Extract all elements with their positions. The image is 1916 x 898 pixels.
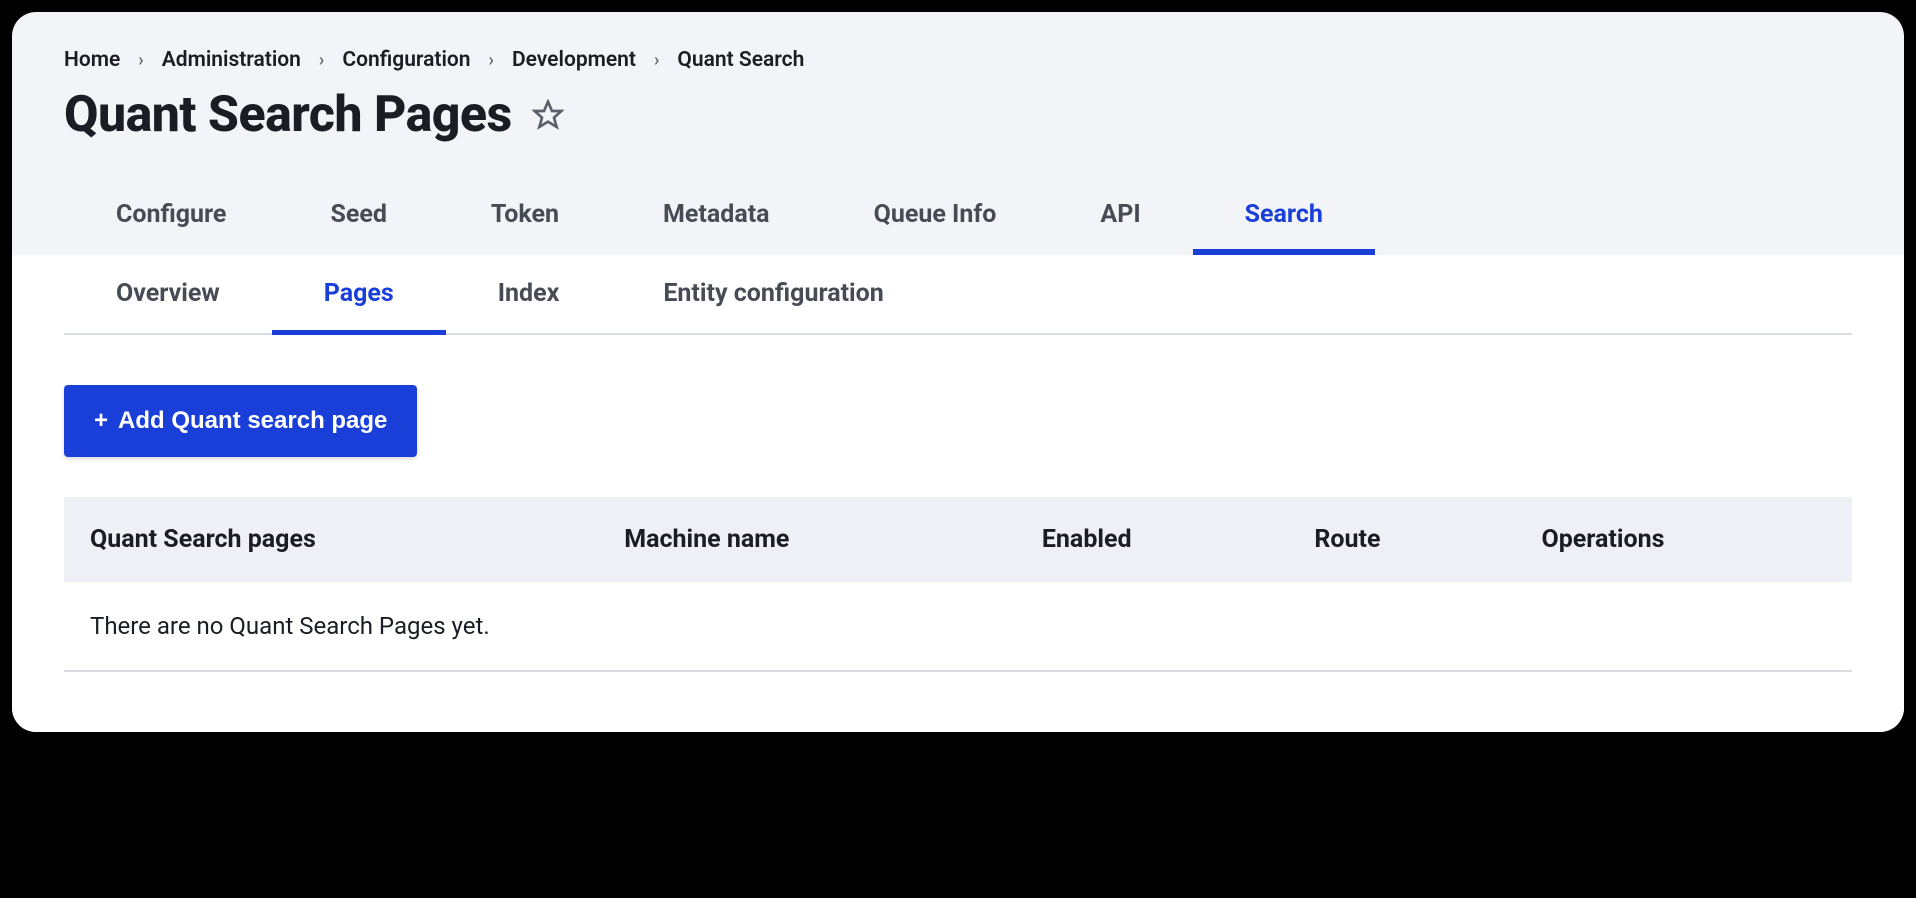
subtab-entity-configuration[interactable]: Entity configuration [611,255,935,335]
tab-seed[interactable]: Seed [278,180,438,255]
tab-metadata[interactable]: Metadata [611,180,822,255]
subtab-overview[interactable]: Overview [64,255,272,335]
breadcrumb-item-configuration[interactable]: Configuration [342,48,470,72]
breadcrumb: Home › Administration › Configuration › … [64,48,1852,72]
search-pages-table: Quant Search pages Machine name Enabled … [64,497,1852,672]
tab-api[interactable]: API [1048,180,1192,255]
star-icon[interactable] [532,99,564,131]
tab-search[interactable]: Search [1193,180,1375,255]
plus-icon: + [94,407,108,435]
tab-token[interactable]: Token [439,180,611,255]
chevron-right-icon: › [319,50,324,71]
action-row: + Add Quant search page [64,335,1852,497]
table-header-machine-name: Machine name [598,497,1016,582]
empty-message: There are no Quant Search Pages yet. [90,612,490,640]
add-button-label: Add Quant search page [118,407,387,435]
breadcrumb-item-quant-search[interactable]: Quant Search [677,48,804,72]
breadcrumb-item-development[interactable]: Development [512,48,636,72]
tab-queue-info[interactable]: Queue Info [822,180,1049,255]
page-title-row: Quant Search Pages [64,86,1852,144]
content-area: Overview Pages Index Entity configuratio… [12,255,1904,732]
table-header-route: Route [1288,497,1515,582]
chevron-right-icon: › [138,50,143,71]
chevron-right-icon: › [654,50,659,71]
table-empty-row: There are no Quant Search Pages yet. [64,582,1852,671]
primary-tabs: Configure Seed Token Metadata Queue Info… [12,180,1904,255]
breadcrumb-item-home[interactable]: Home [64,48,120,72]
chevron-right-icon: › [489,50,494,71]
subtab-index[interactable]: Index [446,255,612,335]
add-quant-search-page-button[interactable]: + Add Quant search page [64,385,417,457]
subtab-pages[interactable]: Pages [272,255,446,335]
table-header-pages: Quant Search pages [64,497,598,582]
table-header-enabled: Enabled [1016,497,1289,582]
app-window: Home › Administration › Configuration › … [12,12,1904,732]
breadcrumb-item-administration[interactable]: Administration [162,48,301,72]
header-section: Home › Administration › Configuration › … [12,12,1904,144]
table-header-row: Quant Search pages Machine name Enabled … [64,497,1852,582]
page-title: Quant Search Pages [64,86,512,144]
table-header-operations: Operations [1515,497,1852,582]
tab-configure[interactable]: Configure [64,180,278,255]
secondary-tabs: Overview Pages Index Entity configuratio… [64,255,1852,335]
